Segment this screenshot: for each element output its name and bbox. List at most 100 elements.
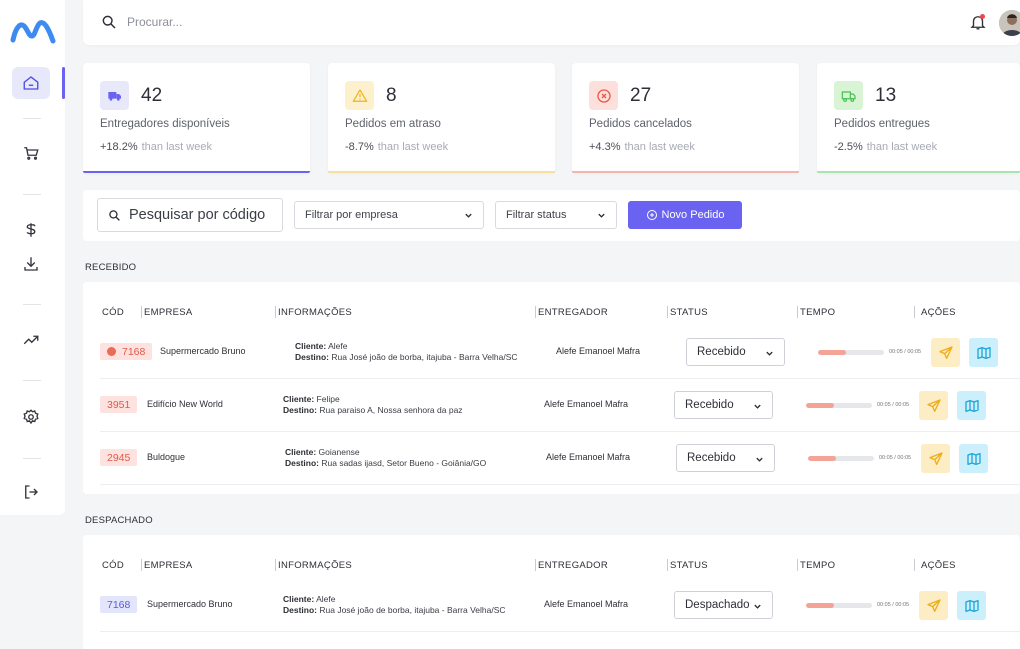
status-value: Recebido: [697, 346, 746, 358]
time-readout: 00:05 / 00:05: [877, 402, 910, 408]
time-progress-bar: [806, 603, 872, 608]
courier-name: Alefe Emanoel Mafra: [544, 399, 629, 409]
stat-change: -2.5% than last week: [834, 141, 937, 153]
order-code-badge[interactable]: 7168: [100, 343, 153, 360]
column-divider: [535, 306, 536, 318]
courier-name: Alefe Emanoel Mafra: [544, 599, 629, 609]
status-select[interactable]: Recebido: [686, 338, 785, 366]
column-divider: [914, 306, 915, 318]
chevron-down-icon: [754, 404, 761, 409]
alert-icon: [107, 347, 116, 356]
avatar[interactable]: [999, 10, 1020, 36]
sidebar-item-settings[interactable]: [12, 401, 50, 433]
stat-value: 42: [141, 85, 163, 106]
client-line: Cliente: Alefe: [283, 594, 506, 605]
map-icon: [976, 346, 991, 359]
new-order-button[interactable]: Novo Pedido: [628, 201, 742, 229]
order-code: 3951: [107, 398, 131, 411]
sidebar-item-reports[interactable]: [12, 324, 50, 356]
status-filter-label: Filtrar status: [506, 209, 567, 221]
time-readout: 00:05 / 00:05: [889, 349, 922, 355]
stat-change-value: -8.7%: [345, 141, 374, 153]
stat-change: +4.3% than last week: [589, 141, 695, 153]
column-divider: [914, 559, 915, 571]
send-icon: [926, 598, 941, 612]
send-icon: [928, 451, 943, 465]
order-code-badge[interactable]: 3951: [100, 396, 138, 413]
map-button[interactable]: [957, 591, 986, 620]
order-info: Cliente: Alefe Destino: Rua José joão de …: [295, 341, 518, 363]
stat-label: Pedidos entregues: [834, 118, 930, 130]
search-icon: [109, 209, 120, 221]
destination-address: Rua sadas ijasd, Setor Bueno - Goiânia/G…: [321, 458, 487, 468]
time-readout: 00:05 / 00:05: [879, 455, 912, 461]
stat-change-suffix: than last week: [866, 141, 938, 153]
sidebar-item-home[interactable]: [12, 67, 50, 99]
status-filter-select[interactable]: Filtrar status: [495, 201, 617, 229]
time-progress-fill: [808, 456, 836, 461]
dispatch-button[interactable]: [931, 338, 960, 367]
client-label: Cliente:: [285, 447, 317, 457]
stat-icon-box: [589, 81, 618, 110]
plus-circle-icon: [646, 210, 657, 220]
column-header-code: CÓD: [102, 307, 125, 318]
dispatch-button[interactable]: [921, 444, 950, 473]
search-input[interactable]: [127, 10, 427, 34]
status-select[interactable]: Despachado: [674, 591, 773, 619]
sidebar-item-finance[interactable]: [12, 214, 50, 246]
stat-change-suffix: than last week: [377, 141, 449, 153]
client-name: Felipe: [316, 394, 340, 404]
chevron-down-icon: [756, 457, 763, 462]
stat-label: Pedidos em atraso: [345, 118, 441, 130]
row-divider: [100, 631, 1020, 632]
order-info: Cliente: Felipe Destino: Rua paraiso A, N…: [283, 394, 463, 416]
time-progress-fill: [806, 603, 834, 608]
company-name: Buldogue: [147, 452, 186, 462]
divider: [23, 304, 41, 305]
order-code: 7168: [122, 345, 146, 358]
brand-logo: [10, 20, 56, 44]
send-icon: [926, 398, 941, 412]
map-button[interactable]: [969, 338, 998, 367]
user-avatar-icon: [999, 10, 1020, 36]
stat-change-suffix: than last week: [141, 141, 212, 153]
divider: [23, 380, 41, 381]
order-code-badge[interactable]: 7168: [100, 596, 138, 613]
delivery-truck-icon: [841, 90, 856, 102]
client-line: Cliente: Felipe: [283, 394, 463, 405]
search-icon: [102, 15, 116, 29]
column-header-company: EMPRESA: [144, 307, 193, 318]
order-code-badge[interactable]: 2945: [100, 449, 138, 466]
company-name: Supermercado Bruno: [147, 599, 233, 609]
destination-line: Destino: Rua José joão de borba, itajuba…: [295, 352, 518, 363]
dispatch-button[interactable]: [919, 591, 948, 620]
client-name: Goianense: [318, 447, 360, 457]
map-button[interactable]: [957, 391, 986, 420]
destination-line: Destino: Rua paraiso A, Nossa senhora da…: [283, 405, 463, 416]
client-line: Cliente: Goianense: [285, 447, 486, 458]
client-line: Cliente: Alefe: [295, 341, 518, 352]
status-value: Recebido: [687, 452, 736, 464]
map-button[interactable]: [959, 444, 988, 473]
order-info: Cliente: Goianense Destino: Rua sadas ija…: [285, 447, 486, 469]
sidebar-item-orders[interactable]: [12, 137, 50, 169]
status-select[interactable]: Recebido: [674, 391, 773, 419]
company-filter-select[interactable]: Filtrar por empresa: [294, 201, 484, 229]
stat-value: 13: [875, 85, 897, 106]
column-divider: [141, 559, 142, 571]
code-search-input[interactable]: Pesquisar por código: [97, 198, 283, 232]
stat-label: Pedidos cancelados: [589, 118, 692, 130]
dispatch-button[interactable]: [919, 391, 948, 420]
column-header-status: STATUS: [670, 307, 708, 318]
status-select[interactable]: Recebido: [676, 444, 775, 472]
filter-bar: Pesquisar por código Filtrar por empresa…: [83, 190, 1020, 241]
stat-card: 42 Entregadores disponíveis +18.2% than las…: [83, 63, 310, 173]
stat-label: Entregadores disponíveis: [100, 118, 230, 130]
destination-address: Rua José joão de borba, itajuba - Barra …: [331, 352, 518, 362]
column-header-code: CÓD: [102, 560, 125, 571]
chevron-down-icon: [754, 604, 761, 609]
sidebar-item-logout[interactable]: [12, 476, 50, 508]
stat-accent-line: [817, 171, 1020, 173]
stat-value: 8: [386, 85, 397, 106]
sidebar-item-downloads[interactable]: [12, 248, 50, 280]
